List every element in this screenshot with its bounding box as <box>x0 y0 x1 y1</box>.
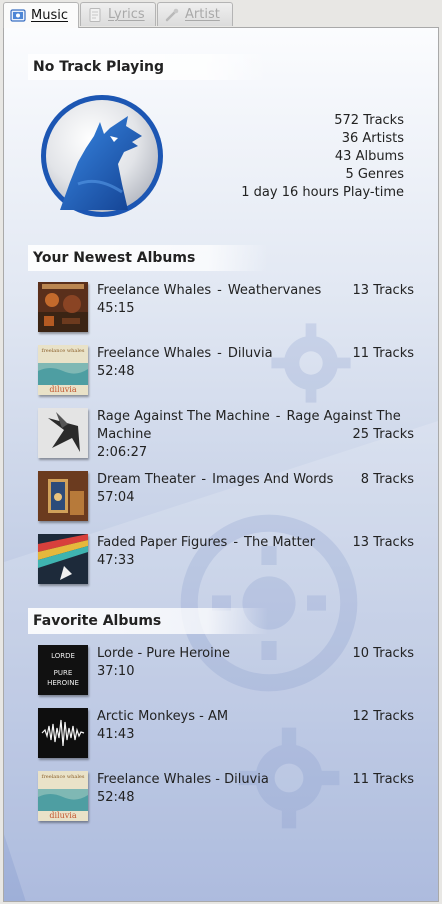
album-cover-image <box>38 282 88 332</box>
music-tab-icon <box>10 8 26 24</box>
cover-title-text: diluvia <box>49 385 76 394</box>
favorite-albums-header: Favorite Albums <box>28 608 268 634</box>
playtime: 1 day 16 hours Play-time <box>241 185 404 200</box>
album-track-count: 13 Tracks <box>352 535 414 550</box>
album-track-count: 25 Tracks <box>352 427 414 442</box>
album-cover-image: LORDE PURE HEROINE <box>38 645 88 695</box>
tab-artist[interactable]: Artist <box>157 2 233 26</box>
album-cover-image: freelance whales diluvia <box>38 345 88 395</box>
newest-album-item[interactable]: Dream Theater - Images And Words 8 Tracks … <box>38 471 414 523</box>
favorite-album-item[interactable]: Arctic Monkeys - AM 12 Tracks 41:43 <box>38 708 414 760</box>
album-track-count: 11 Tracks <box>352 346 414 361</box>
tab-bar: Music Lyrics Artist <box>3 2 439 28</box>
tracks-count: 572 Tracks <box>334 113 404 128</box>
album-artist: Dream Theater <box>97 472 196 487</box>
artists-count: 36 Artists <box>341 131 404 146</box>
album-cover-image <box>38 534 88 584</box>
album-duration: 47:33 <box>97 553 135 568</box>
album-duration: 57:04 <box>97 490 135 505</box>
album-duration: 37:10 <box>97 664 135 679</box>
album-cover-image <box>38 471 88 521</box>
tab-lyrics-label: Lyrics <box>108 7 145 22</box>
album-track-count: 11 Tracks <box>352 772 414 787</box>
album-title: Weathervanes <box>227 283 322 298</box>
album-name: Arctic Monkeys - AM <box>97 709 229 724</box>
artist-icon <box>164 7 180 23</box>
tab-music[interactable]: Music <box>3 2 79 28</box>
tab-lyrics[interactable]: Lyrics <box>80 2 156 26</box>
album-name: Freelance Whales - Diluvia <box>97 772 269 787</box>
album-artist: Freelance Whales <box>97 283 212 298</box>
album-duration: 45:15 <box>97 301 135 316</box>
amarok-logo-icon <box>38 92 166 220</box>
genres-count: 5 Genres <box>345 167 404 182</box>
cover-text: PURE <box>54 669 73 677</box>
newest-album-item[interactable]: freelance whales diluvia Freelance Whale… <box>38 345 414 397</box>
album-track-count: 8 Tracks <box>360 472 414 487</box>
album-name: Lorde - Pure Heroine <box>97 646 230 661</box>
album-artist: Faded Paper Figures <box>97 535 228 550</box>
newest-albums-header: Your Newest Albums <box>28 245 268 271</box>
cover-text: LORDE <box>51 652 75 660</box>
album-artist: Freelance Whales <box>97 346 212 361</box>
album-artist: Rage Against The Machine <box>97 409 270 424</box>
album-cover-image: freelance whales diluvia <box>38 771 88 821</box>
now-playing-header: No Track Playing <box>28 54 268 80</box>
cover-band-text: freelance whales <box>42 774 85 780</box>
album-track-count: 13 Tracks <box>352 283 414 298</box>
album-cover-image <box>38 408 88 458</box>
album-track-count: 12 Tracks <box>352 709 414 724</box>
cover-band-text: freelance whales <box>42 348 85 354</box>
album-title: Diluvia <box>227 346 273 361</box>
album-duration: 52:48 <box>97 790 135 805</box>
album-duration: 2:06:27 <box>97 445 148 460</box>
album-title: Images And Words <box>212 472 334 487</box>
tab-music-label: Music <box>31 8 68 23</box>
newest-album-item[interactable]: Rage Against The Machine - Rage Against Th… <box>38 408 414 468</box>
album-duration: 41:43 <box>97 727 135 742</box>
cover-title-text: diluvia <box>49 811 76 820</box>
cover-text: HEROINE <box>47 679 79 687</box>
album-cover-image <box>38 708 88 758</box>
album-duration: 52:48 <box>97 364 135 379</box>
tab-artist-label: Artist <box>185 7 220 22</box>
collection-stats: 572 Tracks 36 Artists 43 Albums 5 Genres… <box>241 112 404 202</box>
albums-count: 43 Albums <box>334 149 404 164</box>
favorite-album-item[interactable]: LORDE PURE HEROINE Lorde - Pure Heroine … <box>38 645 414 697</box>
newest-album-item[interactable]: Freelance Whales - Weathervanes 13 Tracks … <box>38 282 414 334</box>
lyrics-icon <box>87 7 103 23</box>
album-title: The Matter <box>244 535 316 550</box>
favorite-album-item[interactable]: freelance whales diluvia Freelance Whale… <box>38 771 414 823</box>
newest-album-item[interactable]: Faded Paper Figures - The Matter 13 Tracks… <box>38 534 414 586</box>
album-track-count: 10 Tracks <box>352 646 414 661</box>
music-context-panel: No Track Playing 572 Tracks 36 Artists 4… <box>3 27 439 902</box>
